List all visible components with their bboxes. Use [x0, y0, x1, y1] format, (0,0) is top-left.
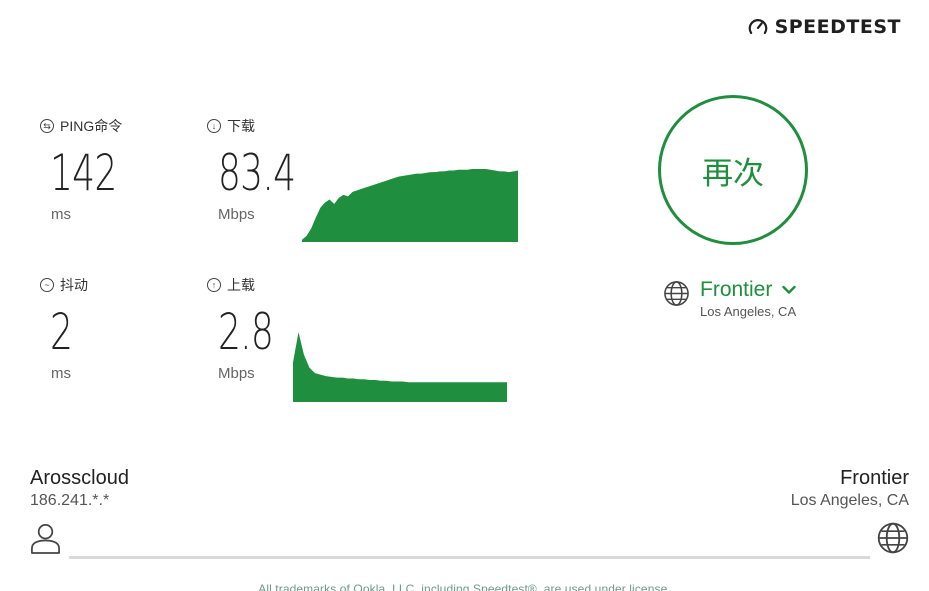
- upload-label-row: ↑ 上载: [207, 275, 295, 295]
- download-graph: [302, 169, 518, 242]
- server-name: Frontier: [700, 278, 773, 301]
- globe-icon: [664, 281, 689, 306]
- host-name: Frontier: [840, 467, 909, 489]
- upload-label: 上载: [227, 277, 255, 293]
- isp-name: Arosscloud: [30, 467, 129, 489]
- jitter-unit: ms: [51, 365, 71, 382]
- host-info: Frontier Los Angeles, CA: [791, 467, 909, 510]
- ping-metric: ⇆ PING命令 142 ms: [40, 116, 142, 223]
- chevron-down-icon[interactable]: [782, 285, 797, 295]
- jitter-value: 2: [50, 303, 73, 361]
- download-graph-area: [302, 169, 518, 242]
- isp-ip: 186.241.*.*: [30, 492, 110, 509]
- upload-unit: Mbps: [218, 365, 255, 382]
- server-location: Los Angeles, CA: [700, 304, 797, 319]
- upload-metric: ↑ 上载 2.8 Mbps: [207, 275, 295, 382]
- connection-line: [69, 556, 870, 559]
- ping-label-row: ⇆ PING命令: [40, 116, 142, 136]
- upload-value: 2.8: [218, 303, 274, 361]
- jitter-label: 抖动: [60, 277, 88, 293]
- ping-icon: ⇆: [40, 119, 54, 133]
- jitter-label-row: ~ 抖动: [40, 275, 88, 295]
- jitter-metric: ~ 抖动 2 ms: [40, 275, 88, 382]
- ping-label: PING命令: [60, 118, 123, 134]
- gauge-icon: [748, 19, 767, 35]
- wave-icon: ~: [40, 278, 54, 292]
- speedtest-logo[interactable]: SPEEDTEST: [747, 16, 901, 38]
- isp-info: Arosscloud 186.241.*.*: [30, 467, 129, 510]
- trademark-link[interactable]: All trademarks of Ookla, LLC, including …: [258, 582, 671, 591]
- again-button[interactable]: 再次: [658, 95, 808, 245]
- trademark-footer: All trademarks of Ookla, LLC, including …: [0, 582, 929, 591]
- ping-value: 142: [50, 144, 117, 202]
- server-selector[interactable]: Frontier Los Angeles, CA: [663, 278, 796, 319]
- host-globe-icon: [877, 522, 909, 554]
- download-value: 83.4: [218, 144, 296, 202]
- host-location: Los Angeles, CA: [790, 492, 909, 509]
- download-label: 下载: [227, 118, 255, 134]
- server-dropdown[interactable]: Frontier: [700, 278, 797, 302]
- speedtest-page: SPEEDTEST ⇆ PING命令 142 ms ↓ 下载 83.4 Mbps…: [0, 0, 929, 591]
- upload-graph: [293, 332, 507, 402]
- server-info: Frontier Los Angeles, CA: [700, 278, 796, 319]
- brand-name: SPEEDTEST: [774, 16, 901, 38]
- download-label-row: ↓ 下载: [207, 116, 325, 136]
- upload-graph-area: [293, 332, 507, 402]
- arrow-up-circle-icon: ↑: [207, 278, 221, 292]
- again-button-label: 再次: [702, 155, 764, 191]
- user-icon: [31, 524, 60, 554]
- ping-unit: ms: [51, 206, 71, 223]
- arrow-down-circle-icon: ↓: [207, 119, 221, 133]
